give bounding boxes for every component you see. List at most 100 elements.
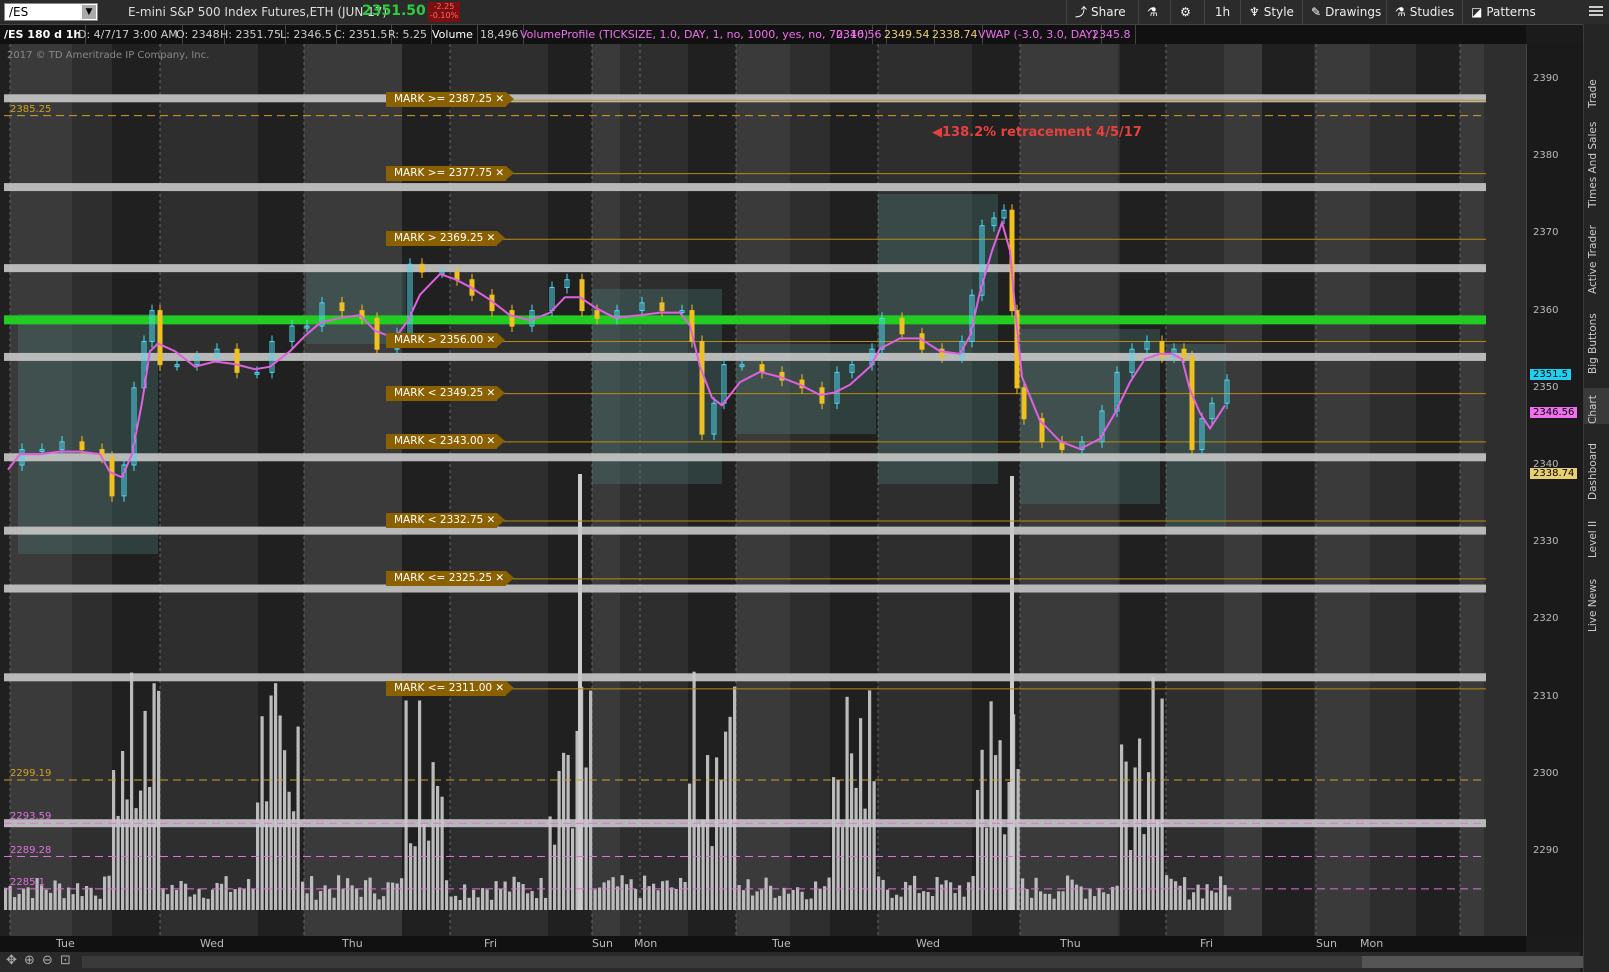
sidebar-tab-dashboard[interactable]: Dashboard [1584, 438, 1609, 500]
volume-bar [868, 690, 872, 910]
volume-bar [683, 881, 687, 910]
style-button[interactable]: ♆ Style [1240, 0, 1302, 24]
sidebar-tab-label: Live News [1587, 578, 1599, 632]
sidebar-tab-trade[interactable]: Trade [1584, 68, 1609, 108]
mark-label[interactable]: MARK >= 2377.75 ✕ [386, 165, 515, 181]
volume-bar [175, 889, 179, 910]
interval-button[interactable]: 1h [1204, 0, 1240, 24]
sidebar-tab-big-buttons[interactable]: Big Buttons [1584, 308, 1609, 374]
close-icon[interactable]: ✕ [487, 513, 496, 528]
volume-bar [1214, 892, 1218, 910]
sidebar-tab-level-ii[interactable]: Level II [1584, 514, 1609, 558]
mark-label-text: MARK >= 2377.75 [394, 166, 493, 179]
vp-value-2: 2349.54 [880, 25, 935, 44]
volume-bar [17, 893, 21, 910]
volume-bar [904, 881, 908, 910]
mark-label[interactable]: MARK <= 2325.25 ✕ [386, 570, 515, 586]
close-icon[interactable]: ✕ [487, 231, 496, 246]
volume-bar [661, 881, 665, 910]
volume-bar [854, 787, 858, 910]
price-axis[interactable]: 2390 2380 2370 2360 2350 2340 2330 2320 2310 2300… [1526, 44, 1583, 936]
close-icon[interactable]: ✕ [495, 92, 504, 107]
candle-body [339, 302, 345, 312]
night-shade [1416, 44, 1460, 936]
volume-bar [598, 887, 602, 910]
volume-bar [1030, 897, 1034, 910]
volume-bar [49, 892, 53, 910]
volume-bar [89, 887, 93, 910]
volume-label[interactable]: Volume [428, 25, 478, 44]
sidebar-tab-label: Chart [1587, 395, 1599, 424]
mark-label[interactable]: MARK > 2356.00 ✕ [386, 333, 506, 349]
sidebar-tab-chart[interactable]: Chart [1584, 388, 1609, 424]
mark-label[interactable]: MARK > 2369.25 ✕ [386, 231, 506, 247]
mark-label[interactable]: MARK < 2349.25 ✕ [386, 385, 506, 401]
chevron-down-icon[interactable]: ▼ [82, 5, 96, 19]
flask-button[interactable]: ⚗ [1138, 0, 1170, 24]
volume-bar [949, 882, 953, 910]
time-tick: Thu [342, 937, 363, 950]
symbol-input[interactable] [5, 4, 79, 20]
menu-icon[interactable] [1589, 4, 1603, 20]
vwap-value: 2345.8 [1088, 25, 1136, 44]
close-icon[interactable]: ✕ [495, 681, 504, 696]
sidebar-tab-times-and-sales[interactable]: Times And Sales [1584, 122, 1609, 208]
zoom-in-icon[interactable]: ⊕ [24, 953, 35, 968]
volume-bar [638, 898, 642, 910]
studies-button[interactable]: ⚗ Studies [1386, 0, 1462, 24]
chart-scrollbar[interactable] [0, 952, 1609, 972]
mark-label[interactable]: MARK < 2343.00 ✕ [386, 433, 506, 449]
sidebar-tab-active-trader[interactable]: Active Trader [1584, 222, 1609, 294]
volume-bar [679, 877, 683, 910]
symbol-selector[interactable]: ▼ [4, 3, 98, 21]
volume-bar [485, 889, 489, 910]
volume-profile-label[interactable]: VolumeProfile (TICKSIZE, 1.0, DAY, 1, no… [516, 25, 874, 44]
session-shade [1460, 44, 1484, 936]
volume-bar [481, 888, 485, 910]
close-icon[interactable]: ✕ [487, 386, 496, 401]
volume-bar [382, 896, 386, 910]
volume-bar [760, 889, 764, 910]
zoom-fit-icon[interactable]: ⊡ [60, 953, 71, 968]
price-chart[interactable]: 2017 © TD Ameritrade IP Company, Inc. ◀1… [0, 44, 1526, 936]
mark-label[interactable]: MARK <= 2311.00 ✕ [386, 680, 515, 696]
volume-bar [1066, 875, 1070, 910]
share-button[interactable]: ⤴ Share [1066, 0, 1138, 24]
volume-bar [440, 796, 444, 910]
pan-icon[interactable]: ✥ [6, 953, 17, 968]
close-icon[interactable]: ✕ [495, 571, 504, 586]
volume-bar [364, 880, 368, 910]
close-icon[interactable]: ✕ [495, 166, 504, 181]
zoom-out-icon[interactable]: ⊖ [42, 953, 53, 968]
price-tick: 2320 [1533, 613, 1559, 625]
volume-bar [476, 897, 480, 910]
time-tick: Mon [1360, 937, 1384, 950]
close-icon[interactable]: ✕ [487, 434, 496, 449]
patterns-button[interactable]: ◪ Patterns [1462, 0, 1548, 24]
scroll-thumb[interactable] [1362, 956, 1609, 968]
sr-level-band [4, 264, 1486, 273]
sidebar-tab-live-news[interactable]: Live News [1584, 572, 1609, 632]
price-tick: 2300 [1533, 767, 1559, 779]
volume-bar [404, 700, 408, 910]
volume-bar [143, 710, 147, 910]
volume-bar [220, 883, 224, 910]
scroll-track[interactable] [82, 956, 1609, 968]
change-pct: -0.10% [429, 11, 459, 20]
mark-label[interactable]: MARK < 2332.75 ✕ [386, 512, 506, 528]
mark-label[interactable]: MARK >= 2387.25 ✕ [386, 92, 515, 108]
close-icon[interactable]: ✕ [487, 333, 496, 348]
volume-bar [643, 875, 647, 910]
volume-bar [503, 881, 507, 910]
settings-button[interactable]: ⚙ [1170, 0, 1204, 24]
sr-level-band [4, 453, 1486, 462]
volume-bar [872, 781, 876, 910]
vwap-label[interactable]: VWAP (-3.0, 3.0, DAY) [974, 25, 1102, 44]
drawings-button[interactable]: ✎ Drawings [1302, 0, 1386, 24]
sidebar-tab-label: Times And Sales [1587, 121, 1599, 208]
time-axis[interactable]: Tue Wed Thu Fri Sun Mon Tue Wed Thu Fri Sun Mon [0, 936, 1526, 952]
volume-bar [400, 878, 404, 910]
chart-canvas[interactable] [0, 44, 1526, 936]
volume-profile [306, 264, 406, 344]
volume-bar [422, 823, 426, 910]
